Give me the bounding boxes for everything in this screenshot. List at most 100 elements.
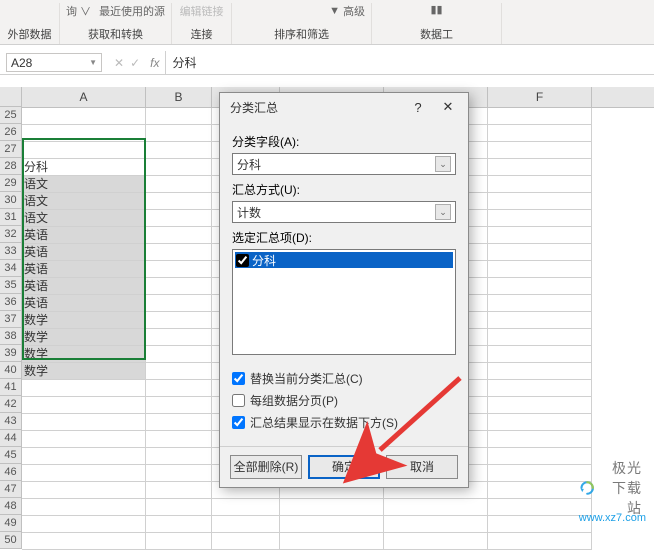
row-header[interactable]: 41 — [0, 379, 21, 396]
cell[interactable] — [146, 244, 211, 261]
cell[interactable] — [488, 380, 591, 397]
cell[interactable] — [146, 363, 211, 380]
cell[interactable] — [146, 261, 211, 278]
cell[interactable] — [280, 533, 383, 550]
cell[interactable]: 语文 — [22, 193, 145, 210]
cell[interactable] — [22, 448, 145, 465]
row-header[interactable]: 46 — [0, 464, 21, 481]
ribbon-advanced-btn[interactable]: ▼ 高级 — [329, 3, 365, 19]
cell[interactable] — [384, 533, 487, 550]
row-header[interactable]: 26 — [0, 124, 21, 141]
cell[interactable]: 分科 — [22, 159, 145, 176]
cell[interactable] — [280, 516, 383, 533]
ribbon-query-btn[interactable]: 询 ∨ — [66, 3, 91, 19]
replace-checkbox[interactable] — [232, 372, 245, 385]
cell[interactable] — [22, 499, 145, 516]
cell[interactable] — [146, 193, 211, 210]
cell[interactable] — [146, 448, 211, 465]
cell[interactable] — [488, 533, 591, 550]
belowdata-checkbox[interactable] — [232, 416, 245, 429]
cell[interactable]: 语文 — [22, 176, 145, 193]
list-item[interactable]: 分科 — [235, 252, 453, 268]
cell[interactable]: 英语 — [22, 261, 145, 278]
cell[interactable] — [146, 431, 211, 448]
cell[interactable] — [146, 482, 211, 499]
cell[interactable] — [146, 227, 211, 244]
name-box[interactable]: A28 ▼ — [6, 53, 102, 72]
cell[interactable] — [488, 431, 591, 448]
chevron-down-icon[interactable]: ⌄ — [435, 204, 451, 220]
cell[interactable] — [22, 414, 145, 431]
cell[interactable] — [488, 142, 591, 159]
cell[interactable] — [212, 516, 279, 533]
cell[interactable] — [488, 346, 591, 363]
row-header[interactable]: 36 — [0, 294, 21, 311]
method-select[interactable]: 计数 ⌄ — [232, 201, 456, 223]
cell[interactable] — [488, 312, 591, 329]
cell[interactable] — [22, 142, 145, 159]
cell[interactable] — [22, 482, 145, 499]
pagebreak-checkbox[interactable] — [232, 394, 245, 407]
cell[interactable] — [488, 159, 591, 176]
select-all-corner[interactable] — [0, 87, 22, 107]
row-header[interactable]: 50 — [0, 532, 21, 549]
replace-checkbox-row[interactable]: 替换当前分类汇总(C) — [232, 370, 456, 387]
cell[interactable]: 数学 — [22, 329, 145, 346]
row-header[interactable]: 29 — [0, 175, 21, 192]
cell[interactable] — [488, 448, 591, 465]
formula-input[interactable]: 分科 — [165, 51, 654, 74]
cell[interactable] — [22, 380, 145, 397]
cell[interactable]: 英语 — [22, 244, 145, 261]
col-header-F[interactable]: F — [488, 87, 592, 107]
cell[interactable]: 数学 — [22, 312, 145, 329]
cell[interactable]: 数学 — [22, 346, 145, 363]
row-header[interactable]: 25 — [0, 107, 21, 124]
cell[interactable] — [146, 516, 211, 533]
cell[interactable] — [146, 312, 211, 329]
cell[interactable] — [146, 414, 211, 431]
dialog-close-button[interactable]: ✕ — [434, 99, 462, 115]
row-header[interactable]: 42 — [0, 396, 21, 413]
items-list[interactable]: 分科 — [232, 249, 456, 355]
chevron-down-icon[interactable]: ⌄ — [435, 156, 451, 172]
cell[interactable] — [280, 499, 383, 516]
row-header[interactable]: 37 — [0, 311, 21, 328]
cell[interactable] — [146, 465, 211, 482]
cell[interactable] — [146, 346, 211, 363]
cell[interactable] — [146, 159, 211, 176]
row-header[interactable]: 43 — [0, 413, 21, 430]
cell[interactable] — [22, 465, 145, 482]
cell[interactable] — [488, 227, 591, 244]
cell[interactable] — [488, 176, 591, 193]
cell[interactable] — [146, 533, 211, 550]
cell[interactable] — [22, 533, 145, 550]
cell[interactable] — [488, 295, 591, 312]
cell[interactable] — [146, 142, 211, 159]
cell[interactable] — [488, 125, 591, 142]
cell[interactable] — [146, 329, 211, 346]
row-header[interactable]: 49 — [0, 515, 21, 532]
row-header[interactable]: 45 — [0, 447, 21, 464]
cell[interactable] — [488, 482, 591, 499]
cell[interactable] — [488, 261, 591, 278]
row-header[interactable]: 44 — [0, 430, 21, 447]
cell[interactable] — [488, 278, 591, 295]
cell[interactable] — [488, 108, 591, 125]
cell[interactable] — [488, 329, 591, 346]
cell[interactable]: 英语 — [22, 227, 145, 244]
cell[interactable] — [146, 278, 211, 295]
row-header[interactable]: 27 — [0, 141, 21, 158]
cell[interactable] — [22, 431, 145, 448]
col-header-B[interactable]: B — [146, 87, 212, 107]
row-header[interactable]: 32 — [0, 226, 21, 243]
row-header[interactable]: 35 — [0, 277, 21, 294]
row-header[interactable]: 34 — [0, 260, 21, 277]
fx-label[interactable]: fx — [144, 51, 165, 74]
ribbon-external-data[interactable]: 外部数据 — [8, 26, 52, 42]
row-header[interactable]: 38 — [0, 328, 21, 345]
cell[interactable] — [488, 465, 591, 482]
row-header[interactable]: 33 — [0, 243, 21, 260]
cell[interactable] — [488, 244, 591, 261]
cell[interactable] — [146, 176, 211, 193]
cell[interactable] — [488, 516, 591, 533]
